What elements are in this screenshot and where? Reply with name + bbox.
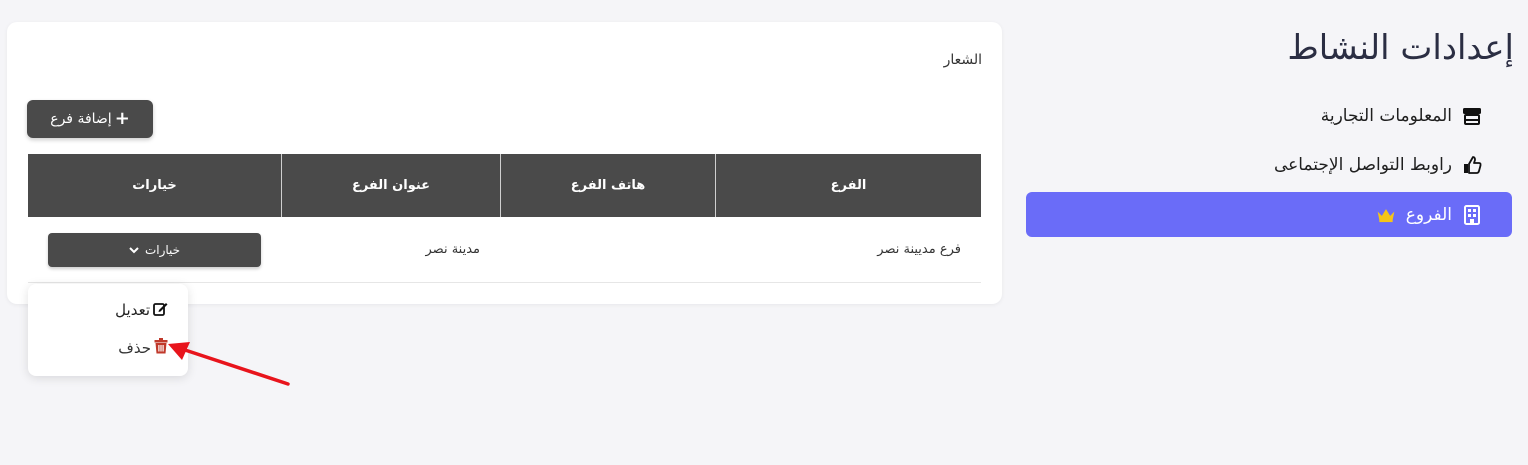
column-header-branch: الفرع <box>715 154 981 217</box>
nav-item-social-links[interactable]: راوبط التواصل الإجتماعى <box>1274 143 1482 187</box>
column-header-phone: هاتف الفرع <box>500 154 715 217</box>
settings-title: إعدادات النشاط <box>1287 28 1514 68</box>
table-row: فرع مديينة نصر مدينة نصر خيارات <box>28 217 981 283</box>
edit-menu-item[interactable]: تعديل <box>115 299 168 321</box>
edit-icon <box>153 301 168 320</box>
chevron-down-icon <box>129 243 139 257</box>
store-icon <box>1462 106 1482 126</box>
add-branch-label: إضافة فرع <box>50 111 112 127</box>
edit-label: تعديل <box>115 301 150 319</box>
nav-item-label: المعلومات التجارية <box>1320 106 1452 126</box>
branches-card: الشعار + إضافة فرع الفرع هاتف الفرع عنوا… <box>7 22 1002 304</box>
crown-icon <box>1376 205 1396 225</box>
thumbs-up-icon <box>1462 155 1482 175</box>
cell-address: مدينة نصر <box>425 242 481 257</box>
column-header-options: خيارات <box>132 178 177 193</box>
cell-phone <box>500 217 715 282</box>
options-dropdown-button[interactable]: خيارات <box>48 232 261 267</box>
nav-item-label: راوبط التواصل الإجتماعى <box>1273 155 1452 175</box>
table-header: الفرع هاتف الفرع عنوان الفرع خيارات <box>28 154 981 217</box>
page: إعدادات النشاط المعلومات التجارية راوبط … <box>0 0 1528 465</box>
plus-icon: + <box>114 108 130 129</box>
branches-table: الفرع هاتف الفرع عنوان الفرع خيارات فرع … <box>28 154 981 283</box>
building-icon <box>1462 204 1482 225</box>
options-label: خيارات <box>144 242 181 257</box>
nav-item-branches[interactable]: الفروع <box>1026 192 1512 237</box>
add-branch-button[interactable]: + إضافة فرع <box>27 100 153 138</box>
cell-options: خيارات <box>28 217 281 282</box>
annotation-arrow-icon <box>168 342 290 386</box>
cell-branch: فرع مديينة نصر <box>877 242 961 257</box>
nav-item-label: الفروع <box>1405 204 1452 225</box>
delete-label: حذف <box>118 339 151 357</box>
nav-item-business-info[interactable]: المعلومات التجارية <box>1321 94 1482 138</box>
logo-label: الشعار <box>943 52 982 68</box>
column-header-address: عنوان الفرع <box>281 154 500 217</box>
